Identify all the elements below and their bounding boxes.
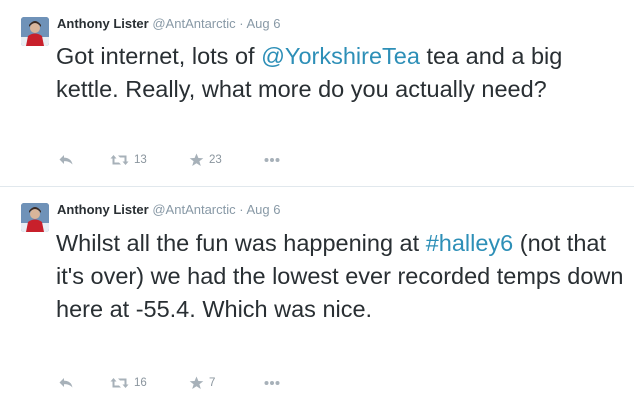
- mention-link[interactable]: @YorkshireTea: [261, 43, 420, 69]
- reply-button[interactable]: [59, 373, 73, 393]
- author-fullname[interactable]: Anthony Lister: [57, 16, 149, 31]
- reply-button[interactable]: [59, 150, 73, 170]
- retweet-count: 16: [134, 377, 147, 389]
- tweet-item[interactable]: Anthony Lister @AntAntarctic · Aug 6 Whi…: [0, 186, 634, 407]
- reply-arrow-icon: [59, 377, 73, 389]
- tweet-timestamp[interactable]: Aug 6: [247, 16, 281, 31]
- favorite-button[interactable]: 23: [189, 150, 222, 170]
- more-dots-icon: [264, 157, 280, 163]
- favorite-button[interactable]: 7: [189, 373, 215, 393]
- favorite-count: 23: [209, 154, 222, 166]
- author-username[interactable]: @AntAntarctic: [152, 16, 235, 31]
- tweet-timestamp[interactable]: Aug 6: [247, 202, 281, 217]
- retweet-button[interactable]: 16: [110, 373, 147, 393]
- reply-arrow-icon: [59, 154, 73, 166]
- hashtag-link[interactable]: #halley6: [426, 230, 514, 256]
- more-button[interactable]: [264, 373, 280, 393]
- tweet-header: Anthony Lister @AntAntarctic · Aug 6: [57, 16, 281, 32]
- retweet-button[interactable]: 13: [110, 150, 147, 170]
- author-fullname[interactable]: Anthony Lister: [57, 202, 149, 217]
- retweet-icon: [110, 154, 129, 166]
- avatar[interactable]: [21, 17, 49, 46]
- avatar[interactable]: [21, 203, 49, 232]
- tweet-text-part: Got internet, lots of: [56, 43, 262, 69]
- tweet-item[interactable]: Anthony Lister @AntAntarctic · Aug 6 Got…: [0, 0, 634, 186]
- header-separator: ·: [239, 16, 244, 31]
- more-dots-icon: [264, 380, 280, 386]
- header-separator: ·: [239, 202, 244, 217]
- tweet-timeline: Anthony Lister @AntAntarctic · Aug 6 Got…: [0, 0, 634, 407]
- tweet-text-part: Whilst all the fun was happening at: [56, 230, 426, 256]
- author-username[interactable]: @AntAntarctic: [152, 202, 235, 217]
- star-icon: [189, 376, 204, 390]
- retweet-icon: [110, 377, 129, 389]
- tweet-text: Got internet, lots of @YorkshireTea tea …: [56, 40, 626, 106]
- favorite-count: 7: [209, 377, 216, 389]
- tweet-text: Whilst all the fun was happening at #hal…: [56, 227, 626, 326]
- retweet-count: 13: [134, 154, 147, 166]
- more-button[interactable]: [264, 150, 280, 170]
- star-icon: [189, 153, 204, 167]
- tweet-header: Anthony Lister @AntAntarctic · Aug 6: [57, 202, 281, 218]
